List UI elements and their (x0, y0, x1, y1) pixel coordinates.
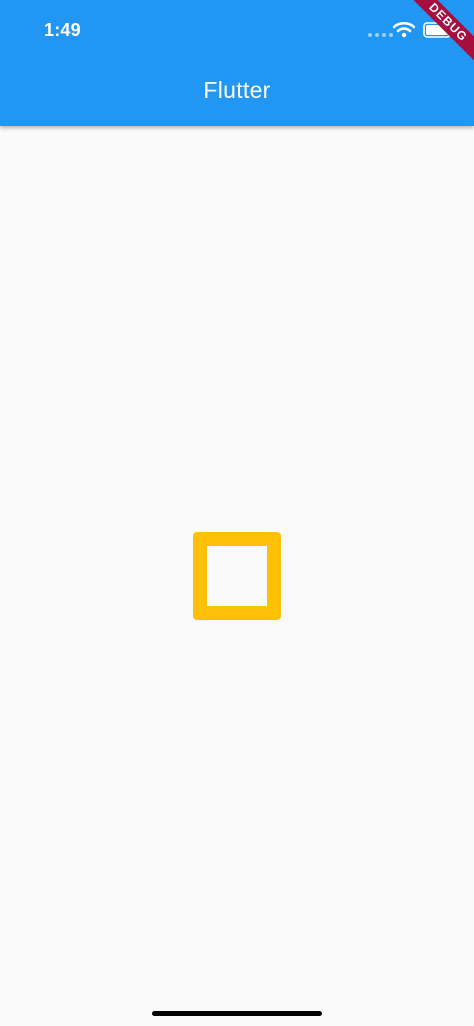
signal-dot (382, 33, 386, 37)
status-time: 1:49 (44, 20, 81, 40)
home-indicator (152, 1011, 322, 1016)
signal-dot (375, 33, 379, 37)
outlined-square (193, 532, 281, 620)
page-title: Flutter (203, 77, 271, 103)
wifi-icon (393, 21, 415, 38)
app-screen: 1:49 Flutter DEBUG (0, 0, 474, 1026)
signal-dot (368, 33, 372, 37)
signal-dots-icon (368, 33, 393, 37)
app-bar: 1:49 Flutter (0, 0, 474, 126)
